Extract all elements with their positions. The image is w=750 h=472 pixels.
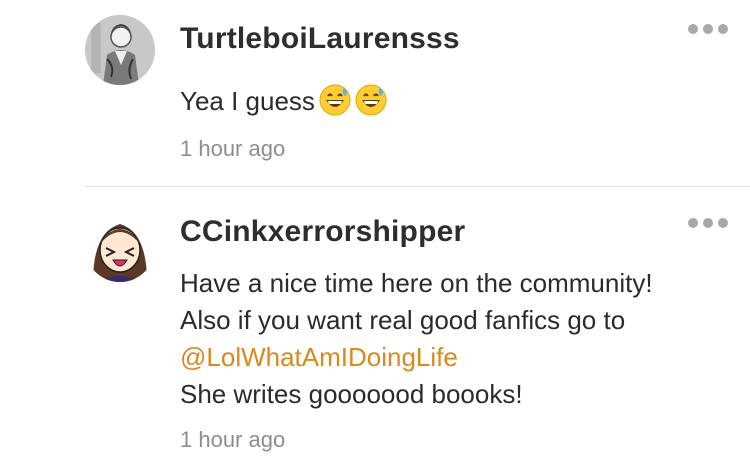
- user-avatar[interactable]: [85, 15, 155, 85]
- comment-text-line: Yea I guess: [180, 86, 315, 116]
- comment-item: TurtleboiLaurensss Yea I guess 1 hour ag…: [0, 0, 750, 186]
- more-options-icon: [688, 24, 698, 34]
- more-options-button[interactable]: [688, 22, 728, 36]
- more-options-icon: [688, 218, 698, 228]
- user-mention-link[interactable]: @LolWhatAmIDoingLife: [180, 339, 653, 376]
- comment-timestamp: 1 hour ago: [180, 136, 286, 161]
- comment-text-line: Also if you want real good fanfics go to: [180, 305, 626, 335]
- more-options-button[interactable]: [688, 216, 728, 230]
- comment-text-line: Have a nice time here on the community!: [180, 268, 653, 298]
- grinning-sweat-face-icon: [355, 84, 387, 126]
- grinning-sweat-face-icon: [319, 84, 351, 126]
- avatar-cartoon-icon: [85, 212, 155, 282]
- comment-username[interactable]: TurtleboiLaurensss: [180, 22, 460, 56]
- avatar-photo-icon: [85, 15, 155, 85]
- comment-text: Have a nice time here on the community! …: [180, 265, 653, 413]
- comment-username[interactable]: CCinkxerrorshipper: [180, 215, 465, 249]
- comment-text: Yea I guess: [180, 83, 387, 126]
- comment-text-line: She writes gooooood boooks!: [180, 379, 523, 409]
- comment-item: CCinkxerrorshipper Have a nice time here…: [0, 187, 750, 472]
- comment-timestamp: 1 hour ago: [180, 427, 286, 452]
- user-avatar[interactable]: [85, 212, 155, 282]
